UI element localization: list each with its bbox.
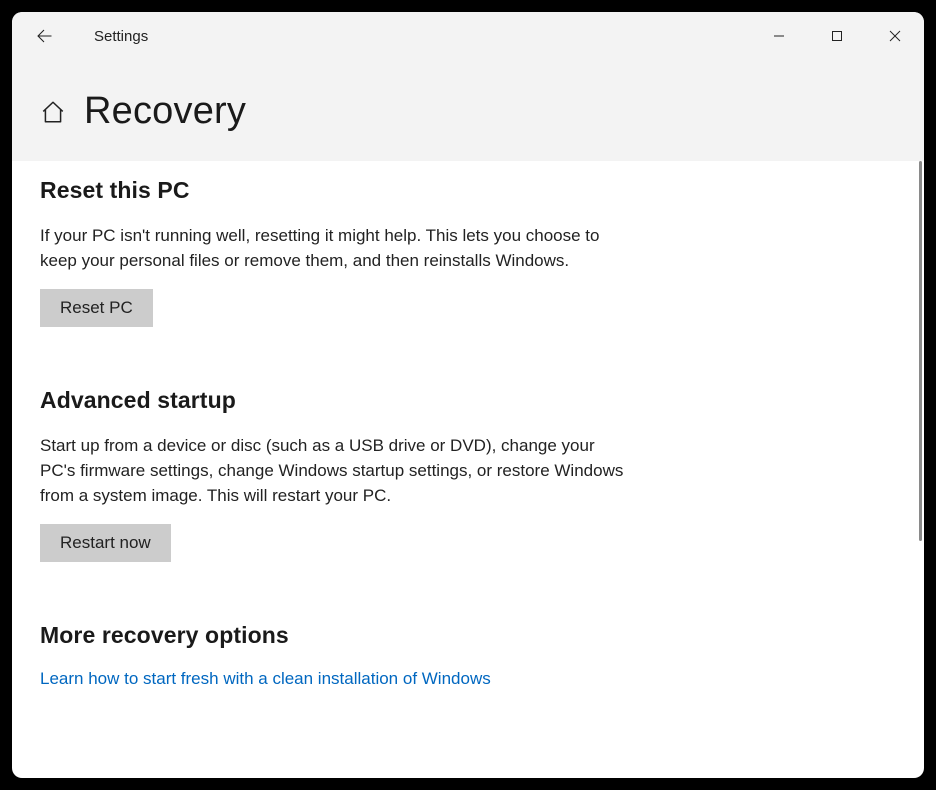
maximize-button[interactable]	[808, 12, 866, 60]
window-title: Settings	[94, 28, 148, 45]
content: Reset this PC If your PC isn't running w…	[12, 161, 652, 737]
maximize-icon	[831, 30, 843, 42]
more-heading: More recovery options	[40, 622, 624, 649]
back-arrow-icon	[35, 27, 53, 45]
reset-pc-button[interactable]: Reset PC	[40, 289, 153, 327]
section-advanced-startup: Advanced startup Start up from a device …	[40, 387, 624, 562]
scrollbar-thumb[interactable]	[919, 161, 922, 541]
page-header: Recovery	[12, 60, 924, 161]
learn-fresh-install-link[interactable]: Learn how to start fresh with a clean in…	[40, 669, 491, 688]
reset-body: If your PC isn't running well, resetting…	[40, 224, 624, 273]
reset-heading: Reset this PC	[40, 177, 624, 204]
close-icon	[889, 30, 901, 42]
section-more-recovery-options: More recovery options Learn how to start…	[40, 622, 624, 689]
minimize-icon	[773, 30, 785, 42]
titlebar: Settings	[12, 12, 924, 60]
settings-window: Settings Recovery Rese	[12, 12, 924, 778]
home-icon[interactable]	[40, 99, 66, 125]
content-scroll[interactable]: Reset this PC If your PC isn't running w…	[12, 161, 924, 778]
minimize-button[interactable]	[750, 12, 808, 60]
close-button[interactable]	[866, 12, 924, 60]
restart-now-button[interactable]: Restart now	[40, 524, 171, 562]
advanced-heading: Advanced startup	[40, 387, 624, 414]
back-button[interactable]	[20, 12, 68, 60]
section-reset-this-pc: Reset this PC If your PC isn't running w…	[40, 177, 624, 327]
advanced-body: Start up from a device or disc (such as …	[40, 434, 624, 508]
window-controls	[750, 12, 924, 60]
page-title: Recovery	[84, 90, 246, 133]
